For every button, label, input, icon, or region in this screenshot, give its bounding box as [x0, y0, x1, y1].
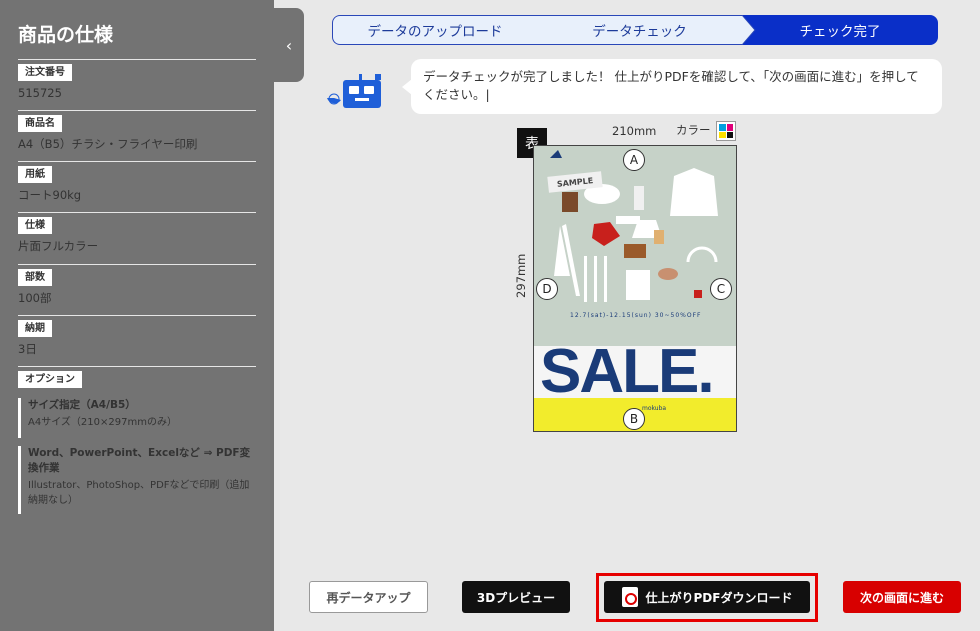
reupload-button[interactable]: 再データアップ: [309, 581, 428, 613]
spec-label: 注文番号: [18, 64, 72, 81]
step-upload: データのアップロード: [332, 15, 537, 45]
step-arrow-icon: [742, 15, 756, 45]
spec-value: 515725: [18, 86, 62, 100]
step-check-complete: チェック完了: [742, 15, 938, 45]
sidebar-collapse-button[interactable]: ‹: [274, 8, 304, 82]
option-title: Word、PowerPoint、Excelなど ⇒ PDF変換作業: [28, 447, 251, 474]
magenta-swatch: [726, 124, 733, 131]
status-message-text: データチェックが完了しました！ 仕上がりPDFを確認して、「次の画面に進む」を押…: [423, 69, 919, 102]
spec-options: オプション: [18, 366, 256, 388]
spec-print-type: 仕様 片面フルカラー: [18, 212, 256, 254]
poster-sale-text: SALE.: [540, 337, 715, 406]
cyan-swatch: [719, 124, 726, 131]
option-title: サイズ指定（A4/B5）: [28, 399, 136, 411]
step-data-check: データチェック: [537, 15, 742, 45]
sidebar-title: 商品の仕様: [18, 24, 114, 46]
option-desc: A4サイズ（210×297mmのみ）: [28, 417, 177, 428]
black-swatch: [726, 131, 733, 138]
marker-a: A: [623, 149, 645, 171]
spec-product-name: 商品名 A4（B5）チラシ・フライヤー印刷: [18, 110, 256, 152]
download-pdf-button[interactable]: 仕上がりPDFダウンロード: [604, 581, 810, 613]
3d-preview-button[interactable]: 3Dプレビュー: [462, 581, 570, 613]
spec-delivery: 納期 3日: [18, 315, 256, 357]
step-progress-bar: データのアップロード データチェック チェック完了: [332, 15, 938, 45]
bubble-tail: [402, 79, 412, 95]
option-desc: Illustrator、PhotoShop、PDFなどで印刷（追加納期なし）: [28, 480, 250, 506]
spec-order-number: 注文番号 515725: [18, 59, 256, 101]
poster-dates-text: 12.7(sat)-12.15(sun) 30~50%OFF: [570, 312, 702, 319]
next-screen-button[interactable]: 次の画面に進む: [843, 581, 961, 613]
width-dimension-label: 210mm: [612, 124, 657, 138]
spec-paper: 用紙 コート90kg: [18, 161, 256, 203]
marker-c: C: [710, 278, 732, 300]
height-dimension-label: 297mm: [514, 253, 528, 298]
robot-mascot-icon: [327, 74, 381, 108]
spec-label: オプション: [18, 371, 82, 388]
download-pdf-label: 仕上がりPDFダウンロード: [645, 590, 793, 605]
color-mode-label: カラー: [676, 123, 711, 137]
marker-d: D: [536, 278, 558, 300]
yellow-swatch: [719, 131, 726, 138]
chevron-left-icon: ‹: [285, 35, 293, 55]
option-item-size: サイズ指定（A4/B5） A4サイズ（210×297mmのみ）: [18, 398, 256, 438]
spec-value: 3日: [18, 342, 37, 356]
step-label: データのアップロード: [367, 24, 503, 40]
spec-label: 部数: [18, 269, 52, 286]
marker-b: B: [623, 408, 645, 430]
option-item-pdf-conversion: Word、PowerPoint、Excelなど ⇒ PDF変換作業 Illust…: [18, 446, 256, 514]
spec-value: A4（B5）チラシ・フライヤー印刷: [18, 137, 198, 151]
poster-logo-text: mokuba: [642, 405, 667, 412]
spec-value: コート90kg: [18, 188, 82, 202]
spec-value: 片面フルカラー: [18, 239, 99, 253]
spec-label: 用紙: [18, 166, 52, 183]
spec-label: 仕様: [18, 217, 52, 234]
spec-label: 商品名: [18, 115, 62, 132]
spec-quantity: 部数 100部: [18, 264, 256, 306]
pdf-preview-image: SAMPLE 12.7(sat)-12.15(sun) 30~50%OFF SA…: [533, 145, 737, 432]
status-message-bubble: データチェックが完了しました！ 仕上がりPDFを確認して、「次の画面に進む」を押…: [402, 59, 942, 114]
spec-value: 100部: [18, 291, 52, 305]
pdf-file-icon: [621, 587, 638, 607]
cmyk-color-icon: [716, 121, 736, 141]
step-label: データチェック: [592, 24, 687, 40]
spec-label: 納期: [18, 320, 52, 337]
step-label: チェック完了: [799, 24, 881, 40]
